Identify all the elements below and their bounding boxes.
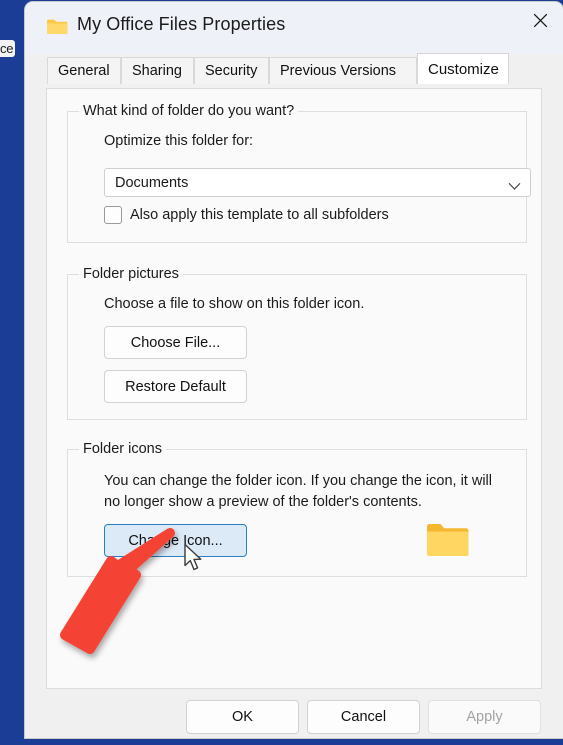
folder-icon-preview [426,521,470,558]
customize-tab-panel: What kind of folder do you want? Optimiz… [46,88,542,689]
tab-security[interactable]: Security [194,57,269,84]
apply-to-subfolders-row[interactable]: Also apply this template to all subfolde… [104,206,389,224]
tab-customize[interactable]: Customize [417,53,509,84]
tab-label: Security [205,63,258,79]
chevron-down-icon [508,178,521,196]
apply-to-subfolders-checkbox[interactable] [104,206,122,224]
choose-file-button[interactable]: Choose File... [104,326,247,359]
tab-previous-versions[interactable]: Previous Versions [269,57,417,84]
change-icon-label: Change Icon... [128,532,223,549]
tab-label: Sharing [132,63,182,79]
folder-kind-group-title: What kind of folder do you want? [79,103,299,119]
restore-default-button[interactable]: Restore Default [104,370,247,403]
background-window-partial-text: ce [0,40,16,57]
change-icon-button[interactable]: Change Icon... [104,524,247,557]
close-icon [533,13,548,28]
tab-label: Previous Versions [280,63,397,79]
apply-label: Apply [466,709,503,725]
properties-dialog: My Office Files Properties General Shari… [25,2,563,738]
folder-icon [46,18,68,35]
folder-pictures-group-title: Folder pictures [79,266,183,282]
tab-strip: General Sharing Security Previous Versio… [25,53,563,84]
cancel-label: Cancel [340,709,387,725]
folder-type-value: Documents [115,174,189,191]
ok-button[interactable]: OK [186,700,299,734]
apply-to-subfolders-label: Also apply this template to all subfolde… [130,207,389,223]
folder-pictures-group: Folder pictures Choose a file to show on… [67,266,527,420]
tab-sharing[interactable]: Sharing [121,57,194,84]
folder-kind-group: What kind of folder do you want? Optimiz… [67,103,531,243]
folder-icons-group-title: Folder icons [79,441,166,457]
tab-label: General [58,63,110,79]
restore-default-label: Restore Default [125,378,226,395]
tab-general[interactable]: General [47,57,121,84]
apply-button[interactable]: Apply [428,700,541,734]
optimize-folder-label: Optimize this folder for: [104,133,254,149]
tab-label: Customize [428,60,499,78]
folder-pictures-description: Choose a file to show on this folder ico… [104,296,365,312]
folder-icons-description: You can change the folder icon. If you c… [104,473,492,510]
choose-file-label: Choose File... [130,334,221,351]
cancel-button[interactable]: Cancel [307,700,420,734]
title-bar: My Office Files Properties [25,2,563,54]
folder-type-dropdown[interactable]: Documents [104,168,531,197]
window-title: My Office Files Properties [77,14,286,34]
ok-label: OK [232,709,253,725]
dialog-footer: OK Cancel Apply [25,689,563,738]
folder-icons-group: Folder icons You can change the folder i… [67,441,527,577]
desktop-blue-strip [0,0,26,745]
close-button[interactable] [517,2,563,38]
